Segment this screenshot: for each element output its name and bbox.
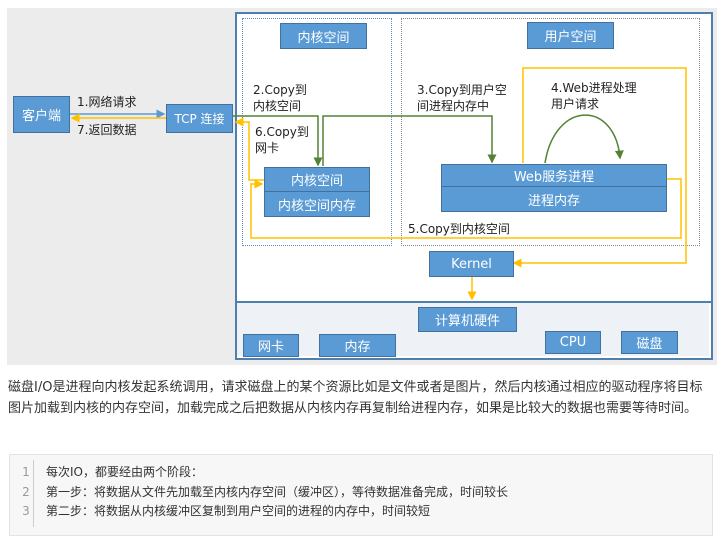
nic-box: 网卡 [243,334,299,357]
cpu-box: CPU [545,331,601,354]
step2-label: 2.Copy到 内核空间 [253,83,307,113]
web-process-box: Web服务进程 [441,164,667,187]
arrow-process [544,114,624,164]
user-space-title: 用户空间 [527,22,614,49]
description-paragraph: 磁盘I/O是进程向内核发起系统调用，请求磁盘上的某个资源比如是文件或者是图片，然… [8,380,703,416]
kernel-space-box: 内核空间 [264,167,370,192]
step6-label: 6.Copy到 网卡 [255,125,309,155]
arrow-copy-user [322,115,497,166]
kernel-memory-box: 内核空间内存 [264,191,370,217]
kernel-space-title: 内核空间 [280,23,367,49]
kernel-box: Kernel [429,251,514,277]
code-block: 1 每次IO，都要经由两个阶段： 2 第一步：将数据从文件先加载至内核内存空间（缓冲… [9,454,713,536]
disk-box: 磁盘 [621,331,678,354]
step5-label: 5.Copy到内核空间 [408,222,510,236]
tcp-box: TCP 连接 [166,104,233,133]
step7-label: 7.返回数据 [77,123,137,137]
code-gutter-divider [33,460,34,527]
hardware-box: 计算机硬件 [418,307,517,332]
process-memory-box: 进程内存 [441,186,667,212]
step1-label: 1.网络请求 [77,95,137,109]
memory-box: 内存 [319,334,396,357]
step4-label: 4.Web进程处理 用户请求 [551,81,637,111]
client-box: 客户端 [13,96,70,133]
step3-label: 3.Copy到用户空 间进程内存中 [417,83,507,113]
